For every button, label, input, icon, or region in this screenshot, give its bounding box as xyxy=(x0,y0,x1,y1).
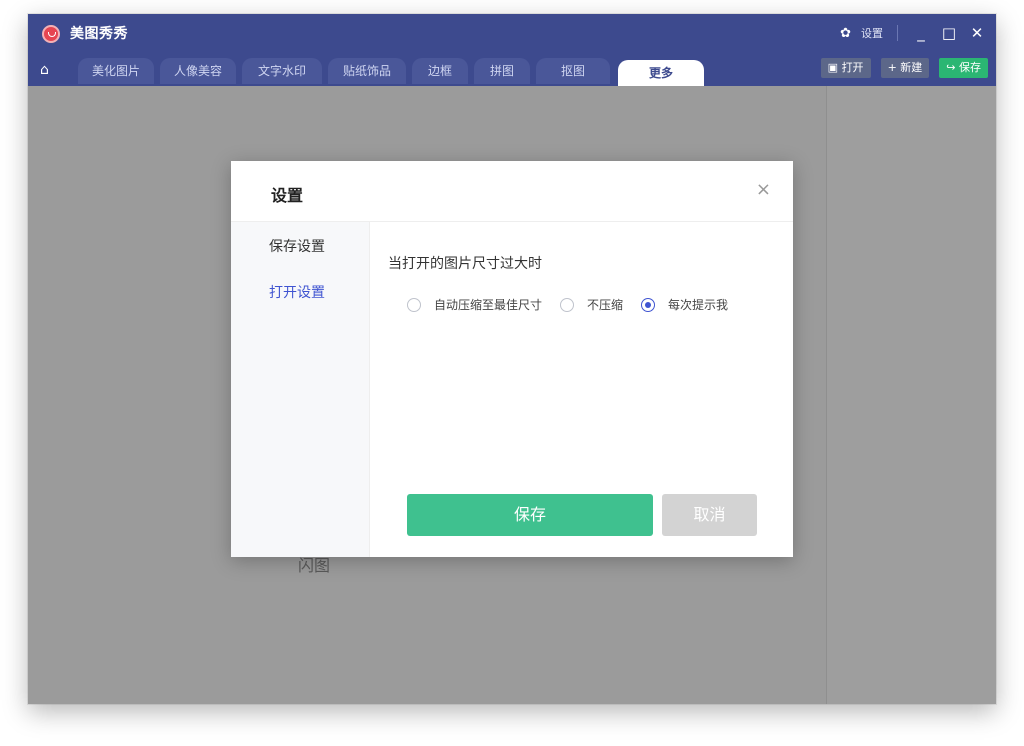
right-panel xyxy=(826,86,996,704)
maximize-icon[interactable]: □ xyxy=(940,25,958,41)
dialog-title: 设置 xyxy=(271,186,304,205)
meitu-logo-icon xyxy=(42,25,60,43)
export-icon: ↪ xyxy=(946,61,959,74)
new-button[interactable]: + 新建 xyxy=(880,58,930,78)
option-auto-compress[interactable]: 自动压缩至最佳尺寸 xyxy=(407,296,542,313)
main-tabs: ⌂ 美化图片 人像美容 文字水印 贴纸饰品 边框 拼图 抠图 更多 xyxy=(28,56,728,86)
tab-frames[interactable]: 边框 xyxy=(412,58,468,84)
app-title: 美图秀秀 xyxy=(70,26,128,42)
tab-cutout[interactable]: 抠图 xyxy=(536,58,610,84)
tab-more[interactable]: 更多 xyxy=(618,60,704,86)
titlebar: 美图秀秀 ✿ 设置 _ □ ✕ ⌂ 美化图片 人像美容 文字水印 贴纸饰品 边框… xyxy=(28,14,996,86)
tab-portrait[interactable]: 人像美容 xyxy=(160,58,236,84)
save-top-button[interactable]: ↪ 保存 xyxy=(939,58,988,78)
option-ask-every-time[interactable]: 每次提示我 xyxy=(641,296,728,313)
option-no-compress[interactable]: 不压缩 xyxy=(560,296,623,313)
minimize-icon[interactable]: _ xyxy=(912,25,930,41)
tab-beautify[interactable]: 美化图片 xyxy=(78,58,154,84)
radio-button[interactable] xyxy=(641,297,656,312)
settings-sidebar: 保存设置 打开设置 xyxy=(231,222,370,557)
option-label: 每次提示我 xyxy=(668,298,729,312)
gear-icon[interactable]: ✿ xyxy=(840,26,851,41)
home-icon[interactable]: ⌂ xyxy=(40,62,49,78)
radio-button[interactable] xyxy=(560,297,575,312)
tab-stickers[interactable]: 贴纸饰品 xyxy=(328,58,406,84)
dialog-header: 设置 × xyxy=(231,161,793,222)
image-icon: ▣ xyxy=(827,61,842,74)
close-icon[interactable]: ✕ xyxy=(968,25,986,41)
sidebar-item-open-settings[interactable]: 打开设置 xyxy=(269,282,325,302)
cancel-button[interactable]: 取消 xyxy=(662,494,757,536)
section-label: 当打开的图片尺寸过大时 xyxy=(388,256,542,272)
window-controls: ✿ 设置 _ □ ✕ xyxy=(840,22,986,44)
save-button[interactable]: 保存 xyxy=(407,494,653,536)
tab-collage[interactable]: 拼图 xyxy=(474,58,530,84)
toolbar-actions: ▣ 打开 + 新建 ↪ 保存 xyxy=(820,58,988,78)
divider xyxy=(897,25,898,41)
radio-button[interactable] xyxy=(407,297,421,312)
settings-button[interactable]: 设置 xyxy=(861,25,883,41)
close-icon[interactable]: × xyxy=(756,179,771,200)
option-label: 自动压缩至最佳尺寸 xyxy=(434,298,543,312)
option-label: 不压缩 xyxy=(587,298,624,312)
tab-text-watermark[interactable]: 文字水印 xyxy=(242,58,322,84)
sidebar-item-save-settings[interactable]: 保存设置 xyxy=(269,236,325,256)
settings-dialog: 设置 × 保存设置 打开设置 当打开的图片尺寸过大时 自动压缩至最佳尺寸 不压缩… xyxy=(231,161,793,557)
resize-option-group: 自动压缩至最佳尺寸 不压缩 每次提示我 xyxy=(407,296,746,313)
open-button[interactable]: ▣ 打开 xyxy=(820,58,871,78)
